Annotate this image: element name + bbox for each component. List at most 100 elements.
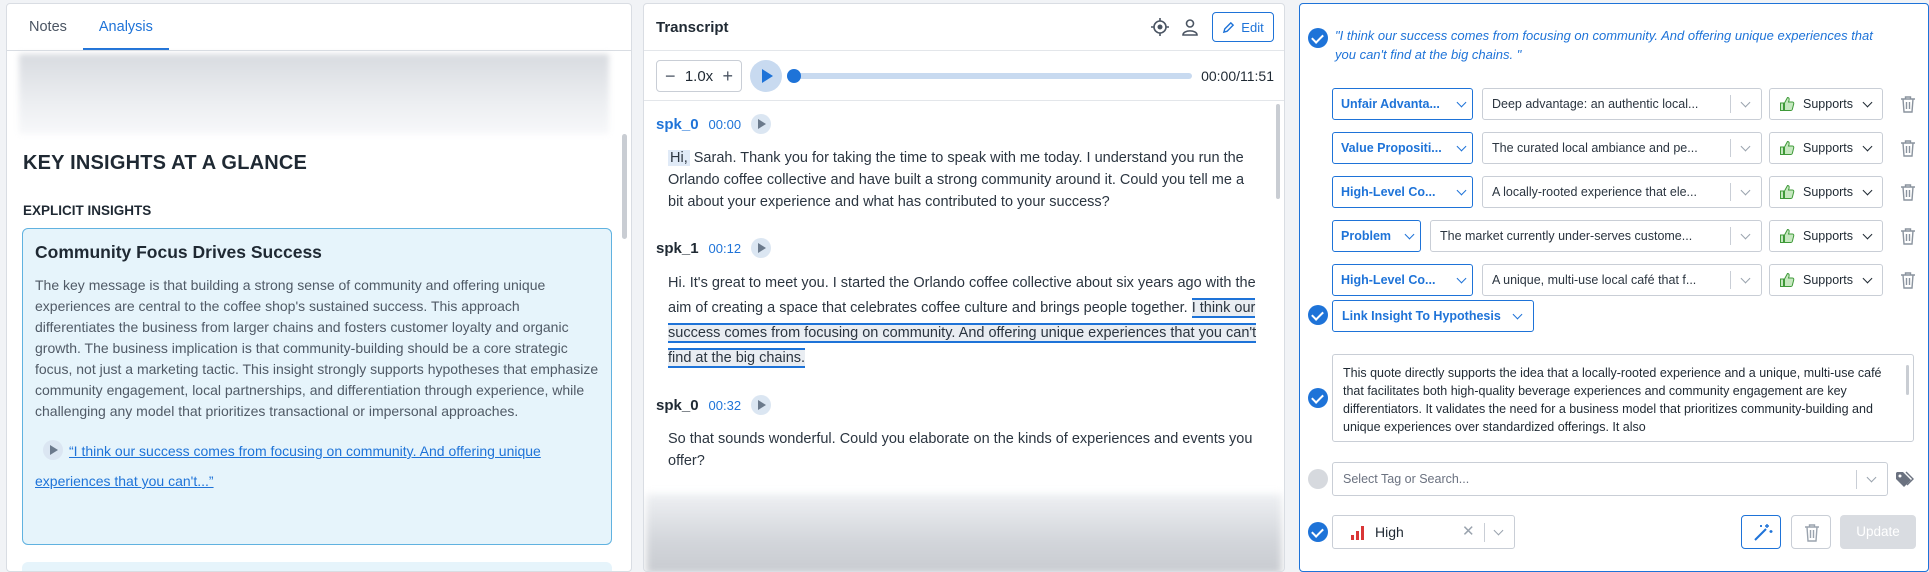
trash-icon[interactable] xyxy=(1900,271,1916,289)
trash-icon[interactable] xyxy=(1900,139,1916,157)
section-heading: EXPLICIT INSIGHTS xyxy=(23,203,152,218)
chevron-down-icon xyxy=(1456,97,1467,108)
insight-title: Community Focus Drives Success xyxy=(35,242,322,262)
relation-dropdown[interactable]: Supports xyxy=(1769,220,1883,252)
trash-icon[interactable] xyxy=(1900,227,1916,245)
chevron-down-icon xyxy=(1740,97,1751,108)
trash-icon[interactable] xyxy=(1900,95,1916,113)
hypothesis-value: The curated local ambiance and pe... xyxy=(1492,141,1698,155)
tab-notes[interactable]: Notes xyxy=(13,4,83,50)
segment-text[interactable]: Hi, Sarah. Thank you for taking the time… xyxy=(668,147,1260,213)
trash-icon xyxy=(1805,524,1819,542)
user-icon[interactable] xyxy=(1180,17,1200,37)
scrollbar[interactable] xyxy=(1906,365,1909,395)
speaker-label[interactable]: spk_0 xyxy=(656,397,699,414)
check-icon[interactable] xyxy=(1308,388,1328,408)
segment-text[interactable]: Hi. It's great to meet you. I started th… xyxy=(668,271,1260,371)
status-dot xyxy=(1308,469,1328,489)
seek-track[interactable] xyxy=(792,73,1192,79)
hypothesis-dropdown[interactable]: A unique, multi-use local café that f... xyxy=(1482,264,1762,296)
hypothesis-value: A locally-rooted experience that ele... xyxy=(1492,185,1697,199)
relation-value: Supports xyxy=(1803,273,1854,287)
insight-quote-link[interactable]: “I think our success comes from focusing… xyxy=(35,436,599,496)
timestamp[interactable]: 00:12 xyxy=(709,241,742,256)
edit-label: Edit xyxy=(1241,19,1264,35)
magic-wand-button[interactable] xyxy=(1741,515,1781,549)
tag-placeholder: Select Tag or Search... xyxy=(1343,472,1470,486)
speaker-label[interactable]: spk_1 xyxy=(656,240,699,257)
check-icon[interactable] xyxy=(1308,28,1328,48)
tag-icon[interactable] xyxy=(1895,470,1915,488)
segment-text-body: Hi. It's great to meet you. I started th… xyxy=(668,275,1256,316)
explanation-textarea[interactable]: This quote directly supports the idea th… xyxy=(1332,354,1914,442)
edit-button[interactable]: Edit xyxy=(1212,12,1274,42)
play-icon[interactable] xyxy=(751,395,772,415)
hypothesis-dropdown[interactable]: The market currently under-serves custom… xyxy=(1430,220,1762,252)
check-icon[interactable] xyxy=(1308,305,1328,325)
tab-analysis[interactable]: Analysis xyxy=(82,4,169,50)
chevron-down-icon xyxy=(1404,229,1415,240)
scrollbar[interactable] xyxy=(622,134,627,239)
priority-value: High xyxy=(1375,524,1404,540)
category-dropdown[interactable]: Value Propositi... xyxy=(1332,132,1473,164)
segment-text[interactable]: So that sounds wonderful. Could you elab… xyxy=(668,428,1260,472)
insights-panel: Notes Analysis KEY INSIGHTS AT A GLANCE … xyxy=(6,3,632,572)
timestamp[interactable]: 00:32 xyxy=(709,398,742,413)
chevron-down-icon xyxy=(1740,229,1751,240)
hypothesis-value: Deep advantage: an authentic local... xyxy=(1492,97,1699,111)
play-icon[interactable] xyxy=(751,114,772,134)
relation-dropdown[interactable]: Supports xyxy=(1769,264,1883,296)
play-icon[interactable] xyxy=(751,238,772,258)
relation-value: Supports xyxy=(1803,229,1854,243)
explanation-text: This quote directly supports the idea th… xyxy=(1343,366,1882,434)
relation-dropdown[interactable]: Supports xyxy=(1769,88,1883,120)
hypothesis-dropdown[interactable]: The curated local ambiance and pe... xyxy=(1482,132,1762,164)
highlighted-word[interactable]: Hi, xyxy=(668,150,690,166)
chevron-down-icon xyxy=(1456,185,1467,196)
quote-text[interactable]: “I think our success comes from focusing… xyxy=(35,443,541,489)
seek-handle[interactable] xyxy=(787,69,801,83)
insight-card[interactable]: Community Focus Drives Success The key m… xyxy=(22,228,612,545)
transcript-header: Transcript Edit xyxy=(644,4,1284,51)
priority-select[interactable]: High ✕ xyxy=(1332,515,1515,549)
play-button[interactable] xyxy=(750,60,782,92)
speaker-label[interactable]: spk_0 xyxy=(656,116,699,133)
category-value: High-Level Co... xyxy=(1341,185,1436,199)
minus-icon[interactable]: − xyxy=(665,66,676,87)
playback-time: 00:00/11:51 xyxy=(1201,68,1274,84)
relation-dropdown[interactable]: Supports xyxy=(1769,132,1883,164)
category-dropdown[interactable]: High-Level Co... xyxy=(1332,264,1473,296)
thumbs-up-icon xyxy=(1780,272,1795,287)
hypothesis-dropdown[interactable]: A locally-rooted experience that ele... xyxy=(1482,176,1762,208)
clear-icon[interactable]: ✕ xyxy=(1462,516,1475,548)
category-dropdown[interactable]: High-Level Co... xyxy=(1332,176,1473,208)
scrollbar[interactable] xyxy=(1276,104,1280,199)
category-dropdown[interactable]: Problem xyxy=(1332,220,1421,252)
chevron-down-icon xyxy=(1740,273,1751,284)
timestamp[interactable]: 00:00 xyxy=(709,117,742,132)
chevron-down-icon xyxy=(1456,273,1467,284)
update-button[interactable]: Update xyxy=(1840,515,1916,549)
quote-editor-panel: "I think our success comes from focusing… xyxy=(1299,3,1929,572)
transcript-segment: spk_1 00:12 Hi. It's great to meet you. … xyxy=(656,237,1257,371)
locate-icon[interactable] xyxy=(1150,17,1170,37)
relation-value: Supports xyxy=(1803,97,1854,111)
category-value: Problem xyxy=(1341,229,1392,243)
insight-card-next[interactable] xyxy=(22,562,612,571)
link-hypothesis-button[interactable]: Link Insight To Hypothesis xyxy=(1332,300,1534,332)
hypothesis-dropdown[interactable]: Deep advantage: an authentic local... xyxy=(1482,88,1762,120)
trash-icon[interactable] xyxy=(1900,183,1916,201)
plus-icon[interactable]: + xyxy=(722,66,733,87)
category-value: Unfair Advanta... xyxy=(1341,97,1440,111)
play-icon[interactable] xyxy=(43,440,63,460)
relation-dropdown[interactable]: Supports xyxy=(1769,176,1883,208)
chevron-down-icon[interactable] xyxy=(1493,525,1504,536)
category-dropdown[interactable]: Unfair Advanta... xyxy=(1332,88,1473,120)
check-icon[interactable] xyxy=(1308,522,1328,542)
speed-stepper[interactable]: − 1.0x + xyxy=(656,60,742,92)
thumbs-up-icon xyxy=(1780,96,1795,111)
tag-search-input[interactable]: Select Tag or Search... xyxy=(1332,462,1888,496)
category-value: High-Level Co... xyxy=(1341,273,1436,287)
insight-body: The key message is that building a stron… xyxy=(35,277,599,419)
delete-button[interactable] xyxy=(1791,515,1831,549)
